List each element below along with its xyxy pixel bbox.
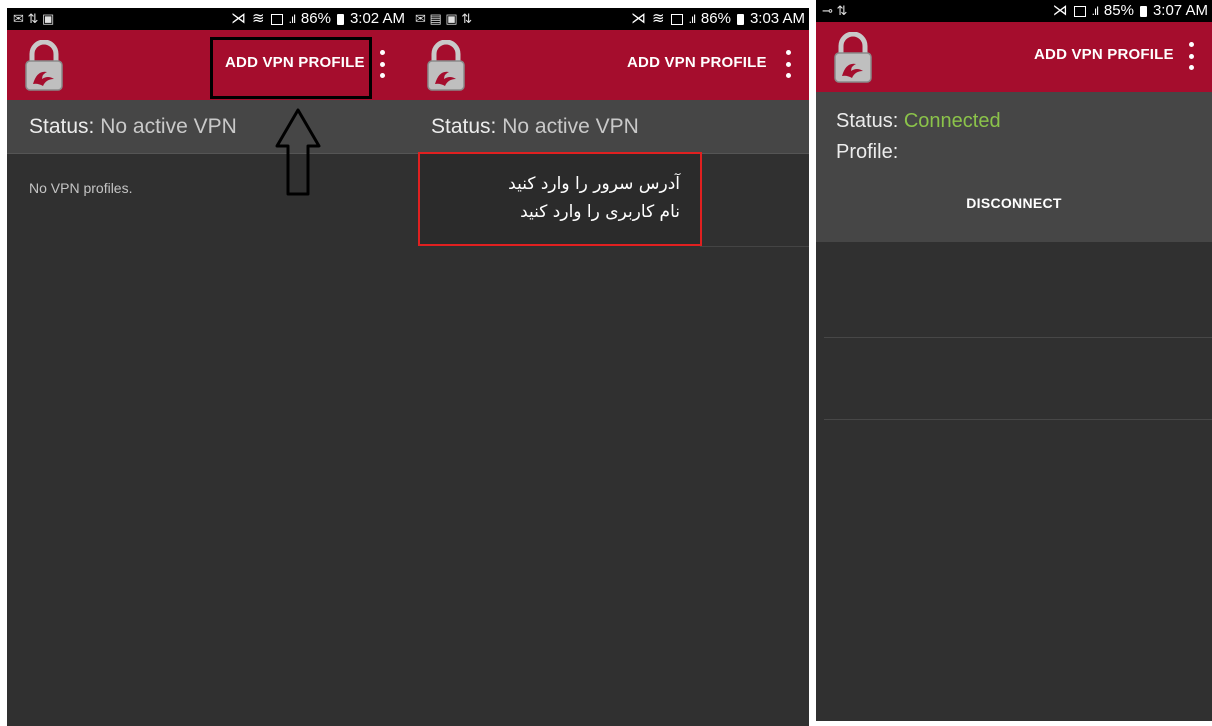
battery-icon [336, 13, 344, 25]
app-bar: ADD VPN PROFILE [816, 22, 1212, 92]
add-vpn-profile-button[interactable]: ADD VPN PROFILE [1034, 46, 1174, 63]
status-value: No active VPN [100, 115, 237, 138]
battery-percent: 86% [300, 10, 331, 27]
note-line-username: نام کاربری را وارد کنید [520, 202, 680, 222]
padlock-logo-icon [834, 32, 872, 83]
signal-icon: .ıl [1091, 4, 1099, 18]
list-divider [824, 337, 1212, 338]
screen-2: ✉ ▤ ▣ ⇅ ⋊ ≋ .ıl 86% 3:03 AM ADD VPN PROF… [409, 8, 809, 726]
overflow-menu-icon[interactable] [783, 50, 793, 78]
status-label: Status: [29, 115, 95, 138]
system-status-bar: ✉ ▤ ▣ ⇅ ⋊ ≋ .ıl 86% 3:03 AM [409, 8, 809, 30]
annotation-note-box: آدرس سرور را وارد کنید نام کاربری را وار… [418, 152, 702, 246]
status-label: Status: [431, 115, 497, 138]
notification-icons: ✉ ▤ ▣ ⇅ [415, 11, 473, 26]
wifi-icon: ≋ [252, 10, 265, 27]
clock: 3:02 AM [349, 10, 405, 27]
vpn-status-row: Status: No active VPN [409, 100, 809, 154]
note-line-server: آدرس سرور را وارد کنید [508, 174, 680, 194]
battery-percent: 86% [700, 10, 731, 27]
mute-icon: ⋊ [231, 10, 246, 27]
padlock-logo-icon [25, 40, 63, 91]
sim-icon [1073, 5, 1086, 17]
status-label: Status: [836, 110, 899, 132]
empty-message: No VPN profiles. [29, 180, 133, 196]
notification-icons: ✉ ⇅ ▣ [13, 11, 55, 26]
notification-icons: ⊸ ⇅ [822, 3, 848, 18]
profile-label: Profile: [836, 141, 899, 163]
annotation-highlight-box [210, 37, 372, 99]
overflow-menu-icon[interactable] [377, 50, 387, 78]
app-bar: ADD VPN PROFILE [409, 30, 809, 100]
battery-icon [736, 13, 744, 25]
wifi-icon: ≋ [652, 10, 665, 27]
status-value: Connected [903, 110, 1001, 132]
mute-icon: ⋊ [631, 10, 646, 27]
overflow-menu-icon[interactable] [1186, 42, 1196, 70]
add-vpn-profile-button[interactable]: ADD VPN PROFILE [627, 54, 767, 71]
clock: 3:07 AM [1152, 2, 1208, 19]
mute-icon: ⋊ [1052, 2, 1068, 19]
vpn-status-panel: Status: Connected Profile: DISCONNECT [816, 92, 1212, 242]
up-arrow-icon [275, 108, 321, 196]
status-value: No active VPN [502, 115, 639, 138]
signal-icon: .ıl [288, 12, 296, 26]
sim-icon [270, 13, 283, 25]
system-status-bar: ✉ ⇅ ▣ ⋊ ≋ .ıl 86% 3:02 AM [7, 8, 409, 30]
clock: 3:03 AM [749, 10, 805, 27]
vpn-status-row: Status: No active VPN [7, 100, 409, 154]
battery-percent: 85% [1103, 2, 1134, 19]
signal-icon: .ıl [688, 12, 696, 26]
padlock-logo-icon [427, 40, 465, 91]
list-divider [700, 246, 809, 247]
sim-icon [670, 13, 683, 25]
system-status-bar: ⊸ ⇅ ⋊ .ıl 85% 3:07 AM [816, 0, 1212, 22]
disconnect-button[interactable]: DISCONNECT [816, 195, 1212, 211]
list-divider [824, 419, 1212, 420]
screen-3: ⊸ ⇅ ⋊ .ıl 85% 3:07 AM ADD VPN PROFILE St… [816, 0, 1212, 721]
screen-1: ✉ ⇅ ▣ ⋊ ≋ .ıl 86% 3:02 AM ADD VPN PROFIL… [7, 8, 409, 726]
battery-icon [1139, 5, 1147, 17]
